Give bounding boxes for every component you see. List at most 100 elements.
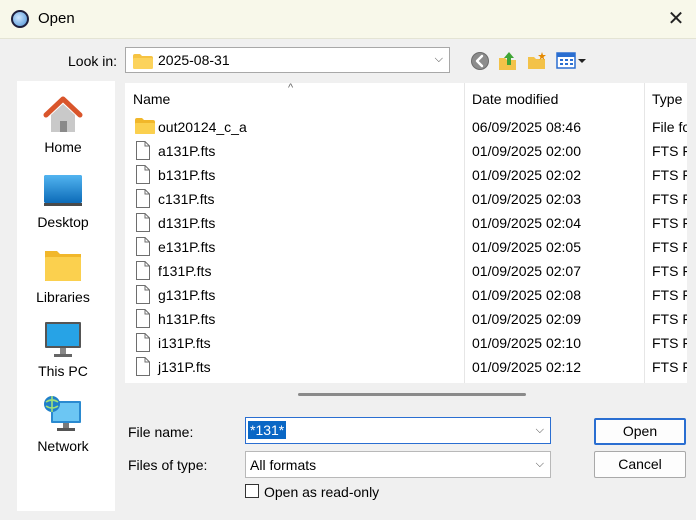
file-icon xyxy=(136,357,150,376)
file-date: 01/09/2025 02:09 xyxy=(472,311,581,327)
list-header: Name ^ Date modified Type xyxy=(125,83,687,115)
file-name: b131P.fts xyxy=(158,167,216,183)
file-type: FTS F xyxy=(652,167,687,183)
new-folder-icon[interactable] xyxy=(526,50,548,72)
place-label: Desktop xyxy=(37,214,89,230)
file-type: FTS F xyxy=(652,287,687,303)
file-date: 01/09/2025 02:02 xyxy=(472,167,581,183)
file-date: 06/09/2025 08:46 xyxy=(472,119,581,135)
look-in-value: 2025-08-31 xyxy=(158,52,230,68)
place-desktop[interactable]: Desktop xyxy=(17,162,109,236)
list-item[interactable]: j131P.fts 01/09/2025 02:12 FTS F xyxy=(125,355,687,379)
home-icon xyxy=(43,96,83,132)
horizontal-scrollbar[interactable] xyxy=(298,393,526,396)
list-item[interactable]: i131P.fts 01/09/2025 02:10 FTS F xyxy=(125,331,687,355)
chevron-down-icon[interactable]: ⌵ xyxy=(435,53,443,66)
file-name-label: File name: xyxy=(128,424,194,440)
open-button[interactable]: Open xyxy=(594,418,686,445)
list-item[interactable]: b131P.fts 01/09/2025 02:02 FTS F xyxy=(125,163,687,187)
list-item[interactable]: c131P.fts 01/09/2025 02:03 FTS F xyxy=(125,187,687,211)
file-icon xyxy=(136,213,150,232)
chevron-down-icon[interactable]: ⌵ xyxy=(536,424,544,437)
file-icon xyxy=(136,141,150,160)
chevron-down-icon[interactable]: ⌵ xyxy=(536,458,544,471)
read-only-checkbox[interactable] xyxy=(245,484,259,498)
place-this-pc[interactable]: This PC xyxy=(17,311,109,385)
read-only-label[interactable]: Open as read-only xyxy=(264,484,379,500)
files-of-type-label: Files of type: xyxy=(128,457,208,473)
desktop-icon xyxy=(44,175,82,206)
list-item[interactable]: g131P.fts 01/09/2025 02:08 FTS F xyxy=(125,283,687,307)
files-of-type-value: All formats xyxy=(250,457,317,473)
place-label: Home xyxy=(44,139,82,155)
file-icon xyxy=(136,165,150,184)
back-icon[interactable] xyxy=(469,50,491,72)
list-item[interactable]: d131P.fts 01/09/2025 02:04 FTS F xyxy=(125,211,687,235)
places-bar: Home Desktop Libraries This PC Network xyxy=(17,81,115,511)
file-type: FTS F xyxy=(652,239,687,255)
file-name: e131P.fts xyxy=(158,239,216,255)
list-item[interactable]: a131P.fts 01/09/2025 02:00 FTS F xyxy=(125,139,687,163)
file-icon xyxy=(136,285,150,304)
look-in-label: Look in: xyxy=(68,53,118,69)
this-pc-icon xyxy=(45,322,81,357)
files-of-type-dropdown[interactable]: All formats ⌵ xyxy=(245,451,551,478)
file-icon xyxy=(136,189,150,208)
folder-icon xyxy=(133,54,153,69)
file-name: j131P.fts xyxy=(158,359,211,375)
file-name: i131P.fts xyxy=(158,335,211,351)
column-header-date[interactable]: Date modified xyxy=(472,91,558,107)
file-icon xyxy=(136,237,150,256)
file-name: g131P.fts xyxy=(158,287,216,303)
view-menu-icon[interactable] xyxy=(556,50,588,72)
up-folder-icon[interactable] xyxy=(497,50,519,72)
file-name: out20124_c_a xyxy=(158,119,247,135)
place-libraries[interactable]: Libraries xyxy=(17,237,109,311)
window-title: Open xyxy=(38,10,75,27)
file-date: 01/09/2025 02:12 xyxy=(472,359,581,375)
file-list[interactable]: Name ^ Date modified Type out20124_c_a 0… xyxy=(125,83,687,383)
file-date: 01/09/2025 02:05 xyxy=(472,239,581,255)
list-item[interactable]: e131P.fts 01/09/2025 02:05 FTS F xyxy=(125,235,687,259)
file-date: 01/09/2025 02:07 xyxy=(472,263,581,279)
place-home[interactable]: Home xyxy=(17,87,109,161)
file-type: FTS F xyxy=(652,311,687,327)
close-button[interactable]: ✕ xyxy=(656,0,696,38)
place-label: Libraries xyxy=(36,289,90,305)
look-in-dropdown[interactable]: 2025-08-31 ⌵ xyxy=(125,47,450,73)
cancel-button[interactable]: Cancel xyxy=(594,451,686,478)
column-header-name[interactable]: Name xyxy=(133,91,170,107)
file-icon xyxy=(136,309,150,328)
file-date: 01/09/2025 02:00 xyxy=(472,143,581,159)
file-name-value[interactable]: *131* xyxy=(246,420,288,440)
file-type: FTS F xyxy=(652,359,687,375)
file-name: a131P.fts xyxy=(158,143,216,159)
file-icon xyxy=(136,261,150,280)
column-header-type[interactable]: Type xyxy=(652,91,682,107)
file-name: d131P.fts xyxy=(158,215,216,231)
list-item[interactable]: f131P.fts 01/09/2025 02:07 FTS F xyxy=(125,259,687,283)
folder-icon xyxy=(135,118,155,134)
file-name: h131P.fts xyxy=(158,311,216,327)
place-network[interactable]: Network xyxy=(17,386,109,460)
place-label: This PC xyxy=(38,363,88,379)
sort-ascending-icon: ^ xyxy=(288,83,294,94)
file-type: FTS F xyxy=(652,191,687,207)
file-icon xyxy=(136,333,150,352)
place-label: Network xyxy=(37,438,89,454)
file-type: FTS F xyxy=(652,335,687,351)
title-bar: Open ✕ xyxy=(0,0,696,39)
list-item[interactable]: h131P.fts 01/09/2025 02:09 FTS F xyxy=(125,307,687,331)
file-type: File fo xyxy=(652,119,687,135)
file-date: 01/09/2025 02:04 xyxy=(472,215,581,231)
file-date: 01/09/2025 02:10 xyxy=(472,335,581,351)
file-name-input[interactable]: *131* ⌵ xyxy=(245,417,551,444)
file-type: FTS F xyxy=(652,263,687,279)
file-name: f131P.fts xyxy=(158,263,212,279)
list-item[interactable]: out20124_c_a 06/09/2025 08:46 File fo xyxy=(125,115,687,139)
network-icon xyxy=(44,396,81,431)
file-type: FTS F xyxy=(652,143,687,159)
file-date: 01/09/2025 02:08 xyxy=(472,287,581,303)
file-name: c131P.fts xyxy=(158,191,215,207)
file-type: FTS F xyxy=(652,215,687,231)
